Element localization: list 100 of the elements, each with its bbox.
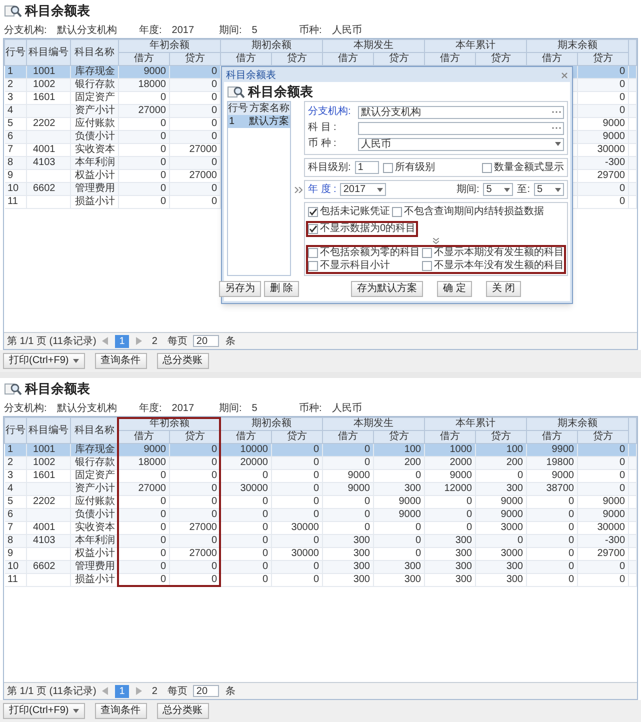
checkbox[interactable]: [308, 224, 318, 234]
dropdown-field[interactable]: 2017: [340, 183, 386, 196]
magnifier-icon: [4, 4, 22, 18]
checkbox[interactable]: [422, 261, 432, 271]
previous-page-icon[interactable]: [102, 687, 110, 695]
filter-label: 币种:: [299, 402, 322, 416]
column-group-header: 期初余额: [220, 40, 322, 52]
checkbox-label: 不包含查询期间内结转损益数据: [404, 206, 544, 218]
table-row[interactable]: 9 权益小计 0 27000 0 30000 300 0 300 3000 0 29700: [4, 548, 636, 560]
checkbox[interactable]: [308, 207, 318, 217]
checkbox[interactable]: [308, 261, 318, 271]
table-row[interactable]: 2 1002 银行存款 18000 0 20000 0 0 200 2000 200 19800 0: [4, 456, 636, 470]
dropdown-field[interactable]: 5: [483, 183, 514, 196]
button[interactable]: 查询条件: [94, 353, 147, 369]
field-label: 分支机构:: [308, 106, 352, 118]
table-row[interactable]: 8 4103 本年利润 0 0 0 0 300 0 300 0 0 -300: [4, 534, 636, 548]
table-cell: 300: [424, 574, 476, 586]
table-row[interactable]: 10 6602 管理费用 0 0 0 0 300 300 300 300 0 0: [4, 560, 636, 574]
filter-value: 人民币: [332, 24, 362, 38]
table-row[interactable]: 4 资产小计 27000 0 30000 0 9000 300 12000 300 38700 0: [4, 482, 636, 496]
button[interactable]: 打印(Ctrl+F9): [3, 703, 85, 719]
button[interactable]: 关 闭: [486, 281, 521, 297]
table-row[interactable]: 11 损益小计 0 0 0 0 300 300 300 300 0 0: [4, 574, 636, 586]
column-group-header: 期初余额: [220, 418, 322, 430]
button[interactable]: 存为默认方案: [351, 281, 424, 297]
table-row[interactable]: 6 负债小计 0 0 0 0 0 9000 0 9000 0 9000: [4, 508, 636, 522]
next-page-icon[interactable]: [134, 337, 142, 345]
table-cell: 0: [118, 574, 170, 586]
input-field[interactable]: 1: [354, 161, 379, 174]
button[interactable]: 删 除: [264, 281, 299, 297]
column-group-header: 期末余额: [526, 40, 628, 52]
dropdown-field[interactable]: 人民币: [358, 138, 564, 150]
column-header: 贷方: [272, 52, 322, 66]
column-group-header: 本期发生: [322, 40, 424, 52]
table-cell: 0: [578, 574, 628, 586]
per-page-unit: 条: [225, 334, 236, 348]
input-field[interactable]: 默认分支机构: [358, 106, 564, 118]
list-item[interactable]: 1 默认方案: [228, 115, 290, 128]
field-label: 期间:: [456, 182, 480, 197]
per-page-field[interactable]: 20: [193, 335, 220, 347]
table-row[interactable]: 7 4001 实收资本 0 27000 0 30000 0 0 0 3000 0 30000: [4, 522, 636, 534]
table-cell: 300: [476, 574, 526, 586]
filter-value: 2017: [172, 402, 194, 416]
field-label: 科目级别:: [308, 160, 351, 175]
table-cell: 0: [578, 196, 628, 208]
chevron-down-icon[interactable]: [433, 238, 439, 244]
column-header: 借方: [526, 430, 578, 444]
caret-icon: [72, 709, 79, 713]
table-row[interactable]: 1 1001 库存现金 9000 0 10000 0 0 100 1000 100 9900 0: [4, 444, 636, 456]
table-row[interactable]: 3 1601 固定资产 0 0 0 0 9000 0 9000 0 9000 0: [4, 470, 636, 482]
filter-label: 分支机构:: [4, 24, 47, 38]
checkbox[interactable]: [308, 248, 318, 258]
filter-label: 期间:: [219, 402, 242, 416]
close-icon[interactable]: [561, 72, 568, 79]
column-header: 贷方: [374, 430, 424, 444]
checkbox[interactable]: [382, 163, 393, 173]
field-label: 币 种 :: [308, 138, 338, 150]
input-field[interactable]: [358, 122, 564, 134]
page-info: 第 1/1 页 (11条记录): [7, 684, 96, 698]
button[interactable]: 查询条件: [94, 703, 147, 719]
table-row[interactable]: 5 2202 应付账款 0 0 0 0 0 9000 0 9000 0 9000: [4, 496, 636, 508]
filter-value: 2017: [172, 24, 194, 38]
table-cell: 损益小计: [70, 196, 118, 208]
filter-value: 5: [252, 24, 258, 38]
per-page-field[interactable]: 20: [193, 685, 220, 697]
page-link[interactable]: 2: [152, 684, 158, 698]
column-group-header: 年初余额: [118, 40, 220, 52]
column-header: 行号: [228, 102, 249, 115]
column-header: 方案名称: [249, 102, 290, 115]
column-header: 借方: [424, 52, 476, 66]
magnifier-icon: [4, 382, 22, 396]
button[interactable]: 确 定: [437, 281, 472, 297]
page-title: 科目余额表: [25, 380, 90, 398]
button[interactable]: 另存为: [219, 281, 262, 297]
filter-label: 年度:: [139, 24, 162, 38]
column-header: 借方: [118, 430, 170, 444]
checkbox-label: 不显示科目小计: [320, 260, 390, 272]
table-cell: 0: [170, 574, 220, 586]
expand-icon[interactable]: [294, 186, 304, 192]
checkbox[interactable]: [422, 248, 432, 258]
button[interactable]: 总分类账: [156, 353, 209, 369]
checkbox[interactable]: [392, 207, 402, 217]
column-header: 贷方: [578, 430, 628, 444]
page-link[interactable]: 2: [152, 334, 158, 348]
previous-page-icon[interactable]: [102, 337, 110, 345]
button[interactable]: 总分类账: [156, 703, 209, 719]
filter-label: 年度:: [139, 402, 162, 416]
next-page-icon[interactable]: [134, 687, 142, 695]
button[interactable]: 打印(Ctrl+F9): [3, 353, 85, 369]
table-cell: 0: [220, 574, 272, 586]
dropdown-field[interactable]: 5: [534, 183, 564, 196]
per-page-label: 每页: [167, 334, 188, 348]
table-cell: 损益小计: [70, 574, 118, 586]
column-header: 贷方: [374, 52, 424, 66]
column-header: 行号: [4, 40, 26, 66]
checkbox-label: 不包括余额为零的科目: [320, 247, 420, 259]
checkbox[interactable]: [482, 163, 492, 173]
filter-label: 分支机构:: [4, 402, 47, 416]
column-group-header: 本期发生: [322, 418, 424, 430]
column-header: 科目名称: [70, 40, 118, 66]
